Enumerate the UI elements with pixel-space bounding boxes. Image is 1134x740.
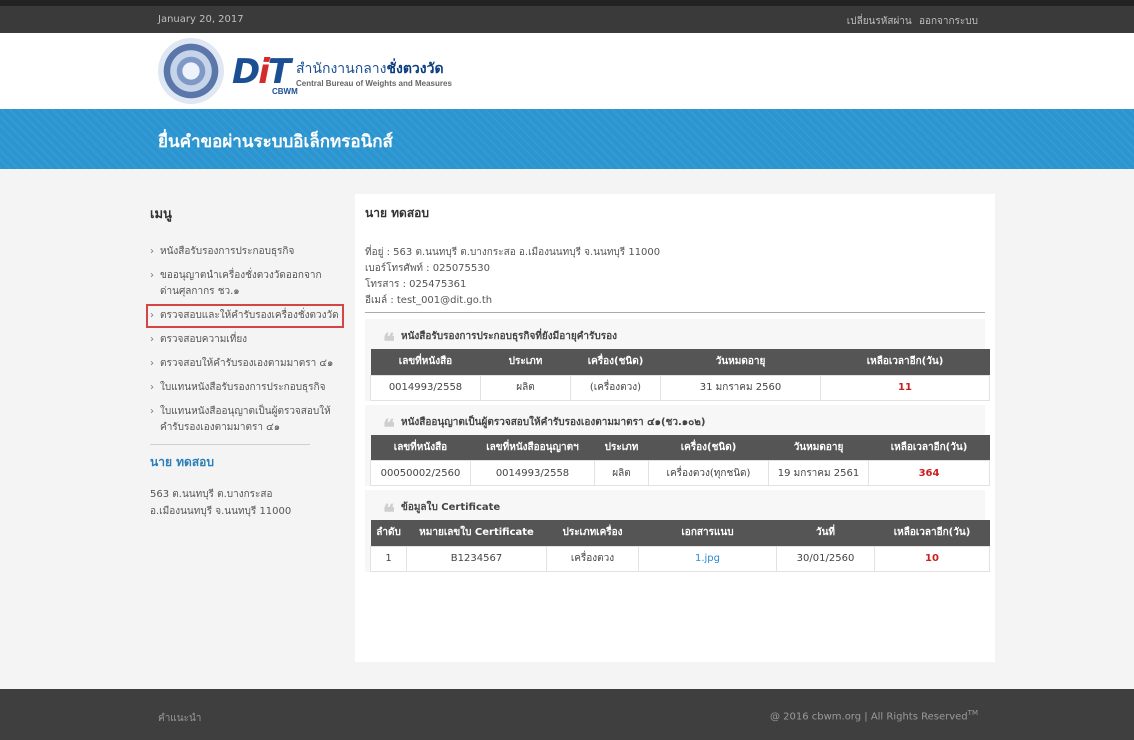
col-header: เหลือเวลาอีก(วัน) [868,434,990,461]
sidebar-item-self-certification[interactable]: ตรวจสอบให้คำรับรองเองตามมาตรา ๔๑ [150,356,340,372]
section-title: ❝ หนังสืออนุญาตเป็นผู้ตรวจสอบให้คำรับรอง… [365,411,985,439]
col-header: วันที่ [776,520,875,546]
section-title-text: หนังสืออนุญาตเป็นผู้ตรวจสอบให้คำรับรองเอ… [401,416,706,428]
col-header: เหลือเวลาอีก(วัน) [820,349,990,375]
section-title: ❝ ข้อมูลใบ Certificate [365,496,985,524]
cell-doc-number: 00050002/2560 [370,460,471,486]
content-panel: นาย ทดสอบ ที่อยู่ : 563 ต.นนทบุรี ต.บางก… [355,194,995,662]
top-links: เปลี่ยนรหัสผ่าน ออกจากระบบ [843,14,978,29]
brand-english-name: Central Bureau of Weights and Measures [296,79,452,88]
applicant-phone: เบอร์โทรศัพท์ : 025075530 [365,263,490,274]
table-row: 0014993/2558 ผลิต (เครื่องตวง) 31 มกราคม… [370,374,990,401]
col-header: ประเภทเครื่อง [546,520,639,546]
certificate-section: ❝ ข้อมูลใบ Certificate ลำดับ หมายเลขใบ C… [365,490,990,572]
cell-index: 1 [370,545,407,572]
cell-device: เครื่องตวง(ทุกชนิด) [648,460,769,486]
footer-help-link[interactable]: คำแนะนำ [158,711,201,726]
quote-icon: ❝ [383,329,395,355]
sidebar-divider [150,444,310,445]
current-date: January 20, 2017 [158,14,244,25]
cell-device-type: เครื่องตวง [546,545,639,572]
applicant-info: ที่อยู่ : 563 ต.นนทบุรี ต.บางกระสอ อ.เมื… [365,245,985,309]
sidebar-address-line1: 563 ต.นนทบุรี ต.บางกระสอ [150,489,273,500]
cell-doc-number: 0014993/2558 [370,374,481,401]
table-row: 00050002/2560 0014993/2558 ผลิต เครื่องต… [370,460,990,486]
col-header: เหลือเวลาอีก(วัน) [874,520,990,546]
sidebar-item-customs-permit[interactable]: ขออนุญาตนำเครื่องชั่งตวงวัดออกจากด่านศุล… [150,268,340,300]
cbwm-label: CBWM [272,87,298,96]
cell-expiry: 31 มกราคม 2560 [660,374,821,401]
cell-device: (เครื่องตวง) [570,374,661,401]
sidebar-item-replacement-certificate[interactable]: ใบแทนหนังสือรับรองการประกอบธุรกิจ [150,380,340,396]
brand-thai-prefix: สำนักงานกลาง [296,61,387,77]
applicant-email: อีเมล์ : test_001@dit.go.th [365,295,493,306]
col-header: หมายเลขใบ Certificate [406,520,547,546]
footer-copyright: @ 2016 cbwm.org | All Rights ReservedTM [770,709,978,722]
sidebar: เมนู หนังสือรับรองการประกอบธุรกิจ ขออนุญ… [146,203,344,520]
cell-days-left: 10 [874,545,990,572]
col-header: เลขที่หนังสืออนุญาตฯ [470,434,595,461]
cell-permit-number: 0014993/2558 [470,460,595,486]
col-header: วันหมดอายุ [660,349,821,375]
sidebar-address-line2: อ.เมืองนนทบุรี จ.นนทบุรี 11000 [150,506,292,517]
menu-title: เมนู [150,207,172,222]
cell-days-left: 11 [820,374,990,401]
inspector-permit-section: ❝ หนังสืออนุญาตเป็นผู้ตรวจสอบให้คำรับรอง… [365,404,990,486]
col-header: เครื่อง(ชนิด) [648,434,769,461]
sidebar-item-replacement-inspector-permit[interactable]: ใบแทนหนังสืออนุญาตเป็นผู้ตรวจสอบให้คำรับ… [150,404,340,436]
section-title-text: ข้อมูลใบ Certificate [401,502,501,513]
business-certificate-table: เลขที่หนังสือ ประเภท เครื่อง(ชนิด) วันหม… [370,349,990,401]
dit-logo-i: i [258,52,270,92]
info-divider [365,312,985,313]
logout-link[interactable]: ออกจากระบบ [919,16,978,27]
dit-logo-d: D [232,52,260,92]
section-title-text: หนังสือรับรองการประกอบธุรกิจที่ยังมีอายุ… [401,331,618,342]
dit-logo-t: T [267,52,291,92]
cell-type: ผลิต [480,374,571,401]
page-title: ยื่นคำขอผ่านระบบอิเล็กทรอนิกส์ [158,132,393,152]
cell-certificate-number: B1234567 [406,545,547,572]
attachment-link[interactable]: 1.jpg [638,545,777,572]
brand-thai-name: สำนักงานกลางชั่งตวงวัด [296,58,444,80]
footer: คำแนะนำ @ 2016 cbwm.org | All Rights Res… [0,689,1134,740]
sidebar-user-name: นาย ทดสอบ [150,455,215,469]
applicant-name: นาย ทดสอบ [365,206,430,220]
sidebar-item-accuracy-check[interactable]: ตรวจสอบความเที่ยง [150,332,340,348]
col-header: ประเภท [480,349,571,375]
page-banner: ยื่นคำขอผ่านระบบอิเล็กทรอนิกส์ [0,109,1134,169]
cell-type: ผลิต [594,460,649,486]
cell-date: 30/01/2560 [776,545,875,572]
trademark-mark: TM [967,709,978,717]
applicant-fax: โทรสาร : 025475361 [365,279,467,290]
footer-copyright-text: @ 2016 cbwm.org | All Rights Reserved [769,711,968,723]
dit-logo[interactable]: DiT [232,52,291,92]
brand-thai-bold: ชั่งตวงวัด [386,61,444,77]
applicant-address: ที่อยู่ : 563 ต.นนทบุรี ต.บางกระสอ อ.เมื… [365,247,661,258]
section-title: ❝ หนังสือรับรองการประกอบธุรกิจที่ยังมีอา… [365,325,985,353]
cell-expiry: 19 มกราคม 2561 [768,460,869,486]
quote-icon: ❝ [383,500,395,526]
table-header-row: เลขที่หนังสือ เลขที่หนังสืออนุญาตฯ ประเภ… [370,434,990,461]
certificate-table: ลำดับ หมายเลขใบ Certificate ประเภทเครื่อ… [370,520,990,572]
col-header: ประเภท [594,434,649,461]
inspector-permit-table: เลขที่หนังสือ เลขที่หนังสืออนุญาตฯ ประเภ… [370,434,990,486]
sidebar-item-inspection-certification[interactable]: ตรวจสอบและให้คำรับรองเครื่องชั่งตวงวัด [146,304,344,328]
col-header: วันหมดอายุ [768,434,869,461]
table-row: 1 B1234567 เครื่องตวง 1.jpg 30/01/2560 1… [370,545,990,572]
top-bar: January 20, 2017 เปลี่ยนรหัสผ่าน ออกจากร… [0,0,1134,33]
sidebar-item-business-certificate[interactable]: หนังสือรับรองการประกอบธุรกิจ [150,244,340,260]
col-header: เอกสารแนบ [638,520,777,546]
government-seal-logo [158,38,224,104]
col-header: เครื่อง(ชนิด) [570,349,661,375]
change-password-link[interactable]: เปลี่ยนรหัสผ่าน [847,16,912,27]
quote-icon: ❝ [383,414,395,441]
cell-days-left: 364 [868,460,990,486]
business-certificate-section: ❝ หนังสือรับรองการประกอบธุรกิจที่ยังมีอา… [365,319,990,401]
sidebar-menu: หนังสือรับรองการประกอบธุรกิจ ขออนุญาตนำเ… [146,244,344,436]
table-header-row: ลำดับ หมายเลขใบ Certificate ประเภทเครื่อ… [370,520,990,546]
table-header-row: เลขที่หนังสือ ประเภท เครื่อง(ชนิด) วันหม… [370,349,990,375]
